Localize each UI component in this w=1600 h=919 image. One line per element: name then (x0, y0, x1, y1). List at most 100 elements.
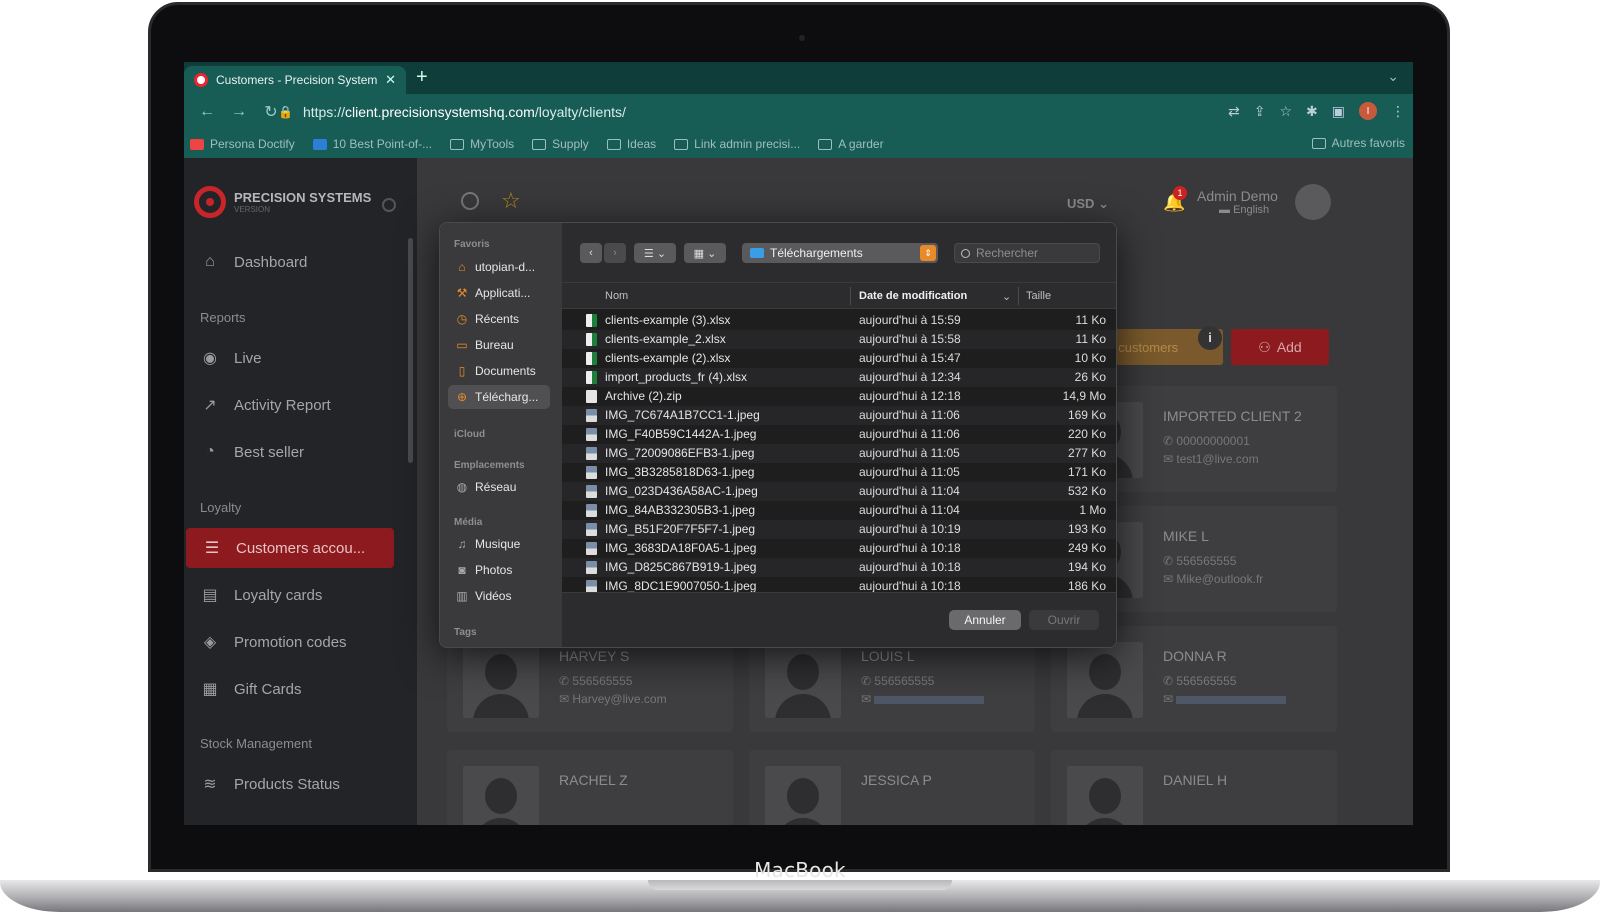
screen: Customers - Precision Systems ✕ + ⌄ ← → … (184, 62, 1413, 825)
star-icon[interactable]: ☆ (501, 188, 521, 214)
bookmark-folder[interactable]: Ideas (606, 137, 656, 151)
file-row[interactable]: IMG_3683DA18F0A5-1.jpeg aujourd'hui à 10:… (562, 539, 1116, 558)
file-name: IMG_3683DA18F0A5-1.jpeg (605, 541, 757, 555)
language-selector[interactable]: ▬ English (1219, 204, 1269, 216)
admin-name[interactable]: Admin Demo (1197, 188, 1278, 204)
file-row[interactable]: IMG_023D436A58AC-1.jpeg aujourd'hui à 11:… (562, 482, 1116, 501)
sort-chevron-icon[interactable]: ⌄ (1002, 290, 1011, 303)
profile-avatar[interactable]: I (1359, 102, 1377, 120)
list-view-button[interactable]: ☰ ⌄ (634, 243, 676, 263)
column-separator (1018, 287, 1019, 305)
sidebar-item-loyalty-cards[interactable]: ▤ Loyalty cards (184, 575, 394, 615)
dialog-search-input[interactable]: Rechercher (954, 243, 1100, 263)
grid-view-button[interactable]: ▦ ⌄ (684, 243, 726, 263)
archive-file-icon (586, 390, 597, 403)
notification-badge: 1 (1173, 186, 1187, 200)
column-separator (850, 287, 851, 305)
brand[interactable]: PRECISION SYSTEMS VERSION (194, 186, 371, 218)
sidebar-scrollbar[interactable] (408, 238, 413, 463)
sidepanel-icon[interactable]: ▣ (1332, 103, 1345, 120)
column-size[interactable]: Taille (1026, 290, 1051, 302)
cancel-button[interactable]: Annuler (949, 610, 1021, 630)
avatar[interactable] (1295, 184, 1331, 220)
file-row[interactable]: IMG_84AB332305B3-1.jpeg aujourd'hui à 11:… (562, 501, 1116, 520)
dialog-sidebar-item[interactable]: ⚒ Applicati... (448, 281, 550, 305)
dialog-sidebar-item-downloads[interactable]: ⊕ Télécharg... (448, 385, 550, 409)
extensions-icon[interactable]: ✱ (1306, 103, 1318, 120)
file-row[interactable]: clients-example (3).xlsx aujourd'hui à 15… (562, 311, 1116, 330)
dialog-sidebar-item[interactable]: ◷ Récents (448, 307, 550, 331)
sidebar-item-best-seller[interactable]: ◔ Best seller (184, 432, 394, 472)
dialog-sidebar-item[interactable]: ▥ Vidéos (448, 584, 550, 608)
bookmark-folder[interactable]: Supply (532, 137, 589, 151)
customer-card[interactable]: DANIEL H (1051, 750, 1337, 825)
file-row[interactable]: IMG_D825C867B919-1.jpeg aujourd'hui à 10:… (562, 558, 1116, 577)
forward-button[interactable]: › (604, 243, 626, 263)
bookmark-folder[interactable]: Link admin precisi... (674, 137, 800, 151)
file-size: 186 Ko (1067, 579, 1106, 592)
new-tab-button[interactable]: + (416, 66, 428, 89)
dialog-main: ‹ › ☰ ⌄ ▦ ⌄ Téléchargements ⇕ Rechercher… (562, 223, 1116, 647)
dialog-sidebar: Favoris ⌂ utopian-d... ⚒ Applicati... ◷ Réc… (440, 223, 562, 647)
close-tab-icon[interactable]: ✕ (385, 72, 396, 88)
bookmark-item[interactable]: Persona Doctify (190, 137, 295, 151)
sidebar-item-products-status[interactable]: ≋ Products Status (184, 764, 394, 804)
add-customer-button[interactable]: ⚇ Add (1231, 329, 1329, 365)
translate-icon[interactable]: ⇄ (1228, 103, 1240, 120)
file-row[interactable]: IMG_8DC1E9007050-1.jpeg aujourd'hui à 10:… (562, 577, 1116, 592)
file-row[interactable]: import_products_fr (4).xlsx aujourd'hui à… (562, 368, 1116, 387)
file-list[interactable]: clients-example (3).xlsx aujourd'hui à 15… (562, 311, 1116, 592)
dialog-sidebar-item[interactable]: ▯ Documents (448, 359, 550, 383)
customer-card[interactable]: RACHEL Z (447, 750, 733, 825)
share-icon[interactable]: ⇪ (1254, 103, 1266, 120)
bookmark-item[interactable]: 10 Best Point-of-... (312, 137, 432, 151)
currency-selector[interactable]: USD ⌄ (1067, 196, 1109, 212)
menu-kebab-icon[interactable]: ⋮ (1391, 103, 1405, 120)
file-row[interactable]: IMG_7C674A1B7CC1-1.jpeg aujourd'hui à 11:… (562, 406, 1116, 425)
file-row[interactable]: IMG_B51F20F7F5F7-1.jpeg aujourd'hui à 10:… (562, 520, 1116, 539)
column-modified[interactable]: Date de modification (859, 290, 967, 302)
search-icon[interactable] (461, 192, 479, 210)
file-row[interactable]: clients-example_2.xlsx aujourd'hui à 15:5… (562, 330, 1116, 349)
file-row[interactable]: clients-example (2).xlsx aujourd'hui à 15… (562, 349, 1116, 368)
sidebar-section-stock: Stock Management (200, 736, 313, 751)
media-header: Média (454, 517, 483, 528)
tab-search-chevron-icon[interactable]: ⌄ (1387, 68, 1399, 85)
dialog-sidebar-item[interactable]: ⌂ utopian-d... (448, 255, 550, 279)
column-name[interactable]: Nom (605, 290, 628, 302)
url-path: /loyalty/clients/ (534, 104, 626, 120)
sidebar-toggle-icon[interactable] (382, 198, 396, 212)
clock-icon: ◷ (456, 312, 468, 326)
other-bookmarks[interactable]: Autres favoris (1311, 136, 1405, 150)
bookmark-star-icon[interactable]: ☆ (1279, 103, 1292, 120)
back-button[interactable]: ‹ (580, 243, 602, 263)
open-button[interactable]: Ouvrir (1029, 610, 1099, 630)
sidebar-item-activity-report[interactable]: ↗ Activity Report (184, 385, 394, 425)
sidebar-item-promotion-codes[interactable]: ◈ Promotion codes (184, 622, 394, 662)
browser-tab-bar: Customers - Precision Systems ✕ + ⌄ (184, 62, 1413, 94)
dialog-sidebar-item[interactable]: ◙ Photos (448, 558, 550, 582)
file-row[interactable]: Archive (2).zip aujourd'hui à 12:18 14,9 M… (562, 387, 1116, 406)
address-bar[interactable]: 🔒 https://client.precisionsystemshq.com /… (278, 99, 1178, 125)
sidebar-item-gift-cards[interactable]: ▦ Gift Cards (184, 669, 394, 709)
dialog-sidebar-item[interactable]: ▭ Bureau (448, 333, 550, 357)
phone-icon: ✆ (559, 674, 573, 688)
forward-icon[interactable]: → (230, 103, 248, 121)
dialog-sidebar-item[interactable]: ♫ Musique (448, 532, 550, 556)
file-row[interactable]: IMG_F40B59C1442A-1.jpeg aujourd'hui à 11:… (562, 425, 1116, 444)
location-selector[interactable]: Téléchargements ⇕ (742, 243, 938, 263)
sidebar-item-live[interactable]: ◉ Live (184, 338, 394, 378)
browser-tab[interactable]: Customers - Precision Systems ✕ (184, 66, 406, 94)
customer-card[interactable]: JESSICA P (749, 750, 1035, 825)
customer-name: DONNA R (1163, 648, 1227, 664)
sidebar-item-customers-accounts[interactable]: ☰ Customers accou... (186, 528, 394, 568)
info-icon[interactable]: i (1198, 326, 1222, 350)
file-row[interactable]: IMG_3B3285818D63-1.jpeg aujourd'hui à 11:… (562, 463, 1116, 482)
sidebar-item-dashboard[interactable]: ⌂ Dashboard (184, 242, 394, 282)
lock-icon[interactable]: 🔒 (278, 105, 293, 119)
bookmark-folder[interactable]: A garder (818, 137, 884, 151)
back-icon[interactable]: ← (198, 103, 216, 121)
bookmark-folder[interactable]: MyTools (450, 137, 514, 151)
file-row[interactable]: IMG_72009086EFB3-1.jpeg aujourd'hui à 11:… (562, 444, 1116, 463)
dialog-sidebar-item[interactable]: ◍ Réseau (448, 475, 550, 499)
